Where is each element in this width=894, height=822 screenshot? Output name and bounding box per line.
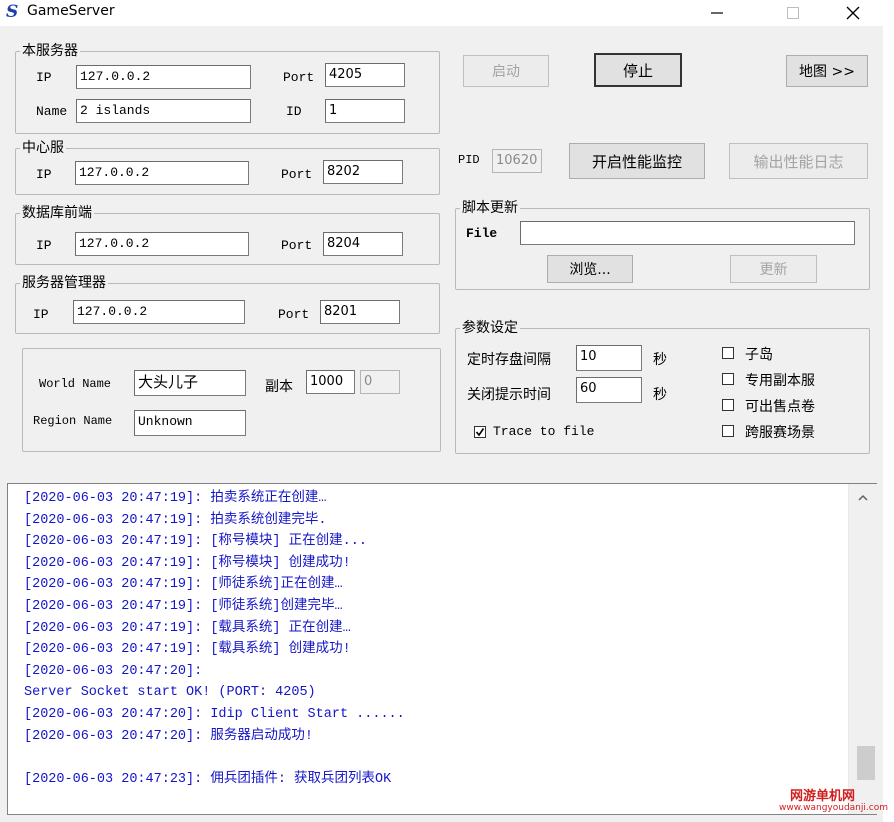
world-name-label: World Name xyxy=(39,377,112,391)
manager-ip-field[interactable]: 127.0.0.2 xyxy=(73,300,245,324)
log-line: [2020-06-03 20:47:20]: xyxy=(24,663,203,679)
scroll-thumb[interactable] xyxy=(857,746,875,780)
watermark-url: www.wangyoudanji.com xyxy=(779,803,888,813)
instance-field[interactable]: 1000 xyxy=(306,370,355,394)
log-line: Server Socket start OK! (PORT: 4205) xyxy=(24,685,316,701)
minimize-button[interactable] xyxy=(694,0,740,26)
local-id-field[interactable]: 1 xyxy=(325,99,405,123)
region-name-label: Region Name xyxy=(33,414,113,428)
window-edge xyxy=(883,26,894,822)
center-port-field[interactable]: 8202 xyxy=(323,160,403,184)
region-name-field[interactable]: Unknown xyxy=(134,410,246,436)
minimize-icon xyxy=(711,12,723,14)
db-frontend-legend: 数据库前端 xyxy=(22,205,92,221)
world-name-field[interactable]: 大头儿子 xyxy=(134,370,246,396)
map-button[interactable]: 地图 >> xyxy=(786,55,868,87)
local-ip-field[interactable]: 127.0.0.2 xyxy=(76,65,251,89)
local-name-field[interactable]: 2 islands xyxy=(76,99,251,123)
option-checkbox-sell-points[interactable] xyxy=(722,399,734,411)
start-button[interactable]: 启动 xyxy=(463,55,549,87)
app-logo: S xyxy=(6,2,19,22)
log-line: [2020-06-03 20:47:20]: 服务器启动成功! xyxy=(24,728,313,744)
perf-monitor-button[interactable]: 开启性能监控 xyxy=(569,143,705,179)
local-port-label: Port xyxy=(283,70,315,85)
shutdown-label: 关闭提示时间 xyxy=(467,387,551,403)
file-field[interactable] xyxy=(520,221,855,245)
log-line: [2020-06-03 20:47:19]: [称号模块] 创建成功! xyxy=(24,555,351,571)
log-line: [2020-06-03 20:47:23]: 佣兵团插件: 获取兵团列表OK xyxy=(24,771,392,787)
shutdown-field[interactable]: 60 xyxy=(576,377,642,403)
option-checkbox-sub-island[interactable] xyxy=(722,347,734,359)
db-ip-label: IP xyxy=(36,238,52,253)
log-line: [2020-06-03 20:47:19]: 拍卖系统正在创建… xyxy=(24,491,327,506)
log-lines: [2020-06-03 20:47:19]: 拍卖系统正在创建… [2020-0… xyxy=(24,488,844,790)
db-port-label: Port xyxy=(281,238,313,253)
option-label-dedicated-instance: 专用副本服 xyxy=(745,373,815,389)
log-output[interactable]: [2020-06-03 20:47:19]: 拍卖系统正在创建… [2020-0… xyxy=(7,483,877,815)
local-server-legend: 本服务器 xyxy=(22,43,78,59)
center-ip-label: IP xyxy=(36,167,52,182)
pid-label: PID xyxy=(458,153,480,167)
local-id-label: ID xyxy=(286,104,302,119)
option-label-sell-points: 可出售点卷 xyxy=(745,399,815,415)
trace-checkbox[interactable] xyxy=(474,426,486,438)
update-button[interactable]: 更新 xyxy=(730,255,817,283)
log-line: [2020-06-03 20:47:19]: [载具系统] 正在创建… xyxy=(24,620,351,636)
log-line: [2020-06-03 20:47:19]: [师徒系统]创建完毕… xyxy=(24,598,343,614)
log-line: [2020-06-03 20:47:20]: Idip Client Start… xyxy=(24,706,405,722)
watermark-text: 网游单机网 xyxy=(790,789,856,804)
maximize-button[interactable] xyxy=(770,0,816,26)
manager-port-field[interactable]: 8201 xyxy=(320,300,400,324)
local-ip-label: IP xyxy=(36,70,52,85)
option-label-sub-island: 子岛 xyxy=(745,347,773,363)
trace-label: Trace to file xyxy=(493,424,595,439)
file-label: File xyxy=(466,226,498,241)
shutdown-unit: 秒 xyxy=(653,387,667,403)
center-server-legend: 中心服 xyxy=(22,140,64,156)
log-scrollbar[interactable] xyxy=(848,484,877,814)
option-label-cross-server: 跨服赛场景 xyxy=(745,425,815,441)
option-checkbox-dedicated-instance[interactable] xyxy=(722,373,734,385)
center-ip-field[interactable]: 127.0.0.2 xyxy=(75,161,249,185)
script-update-legend: 脚本更新 xyxy=(462,200,518,216)
server-manager-legend: 服务器管理器 xyxy=(22,275,106,291)
window-title: GameServer xyxy=(27,3,115,19)
scroll-up-button[interactable] xyxy=(849,488,877,506)
log-line: [2020-06-03 20:47:19]: 拍卖系统创建完毕. xyxy=(24,512,327,528)
manager-port-label: Port xyxy=(278,307,310,322)
local-name-label: Name xyxy=(36,104,68,119)
db-port-field[interactable]: 8204 xyxy=(323,232,403,256)
close-button[interactable] xyxy=(830,0,876,26)
chevron-up-icon xyxy=(858,494,868,501)
center-port-label: Port xyxy=(281,167,313,182)
db-ip-field[interactable]: 127.0.0.2 xyxy=(75,232,249,256)
browse-button[interactable]: 浏览... xyxy=(547,255,633,283)
log-line: [2020-06-03 20:47:19]: [载具系统] 创建成功! xyxy=(24,642,351,658)
manager-ip-label: IP xyxy=(33,307,49,322)
log-line: [2020-06-03 20:47:19]: [师徒系统]正在创建… xyxy=(24,577,343,593)
autosave-unit: 秒 xyxy=(653,352,667,368)
perf-log-button[interactable]: 输出性能日志 xyxy=(729,143,868,179)
autosave-label: 定时存盘间隔 xyxy=(467,352,551,368)
instance-label: 副本 xyxy=(265,379,293,395)
world-group xyxy=(22,348,441,452)
close-icon xyxy=(846,6,860,20)
option-checkbox-cross-server[interactable] xyxy=(722,425,734,437)
log-line: [2020-06-03 20:47:19]: [称号模块] 正在创建... xyxy=(24,534,367,550)
autosave-field[interactable]: 10 xyxy=(576,345,642,371)
instance2-field: 0 xyxy=(360,370,400,394)
local-port-field[interactable]: 4205 xyxy=(325,63,405,87)
title-bar[interactable]: S GameServer xyxy=(0,0,894,26)
params-legend: 参数设定 xyxy=(462,320,518,336)
check-icon xyxy=(475,428,485,437)
pid-field: 10620 xyxy=(492,149,542,173)
stop-button[interactable]: 停止 xyxy=(594,53,682,87)
maximize-icon xyxy=(787,7,799,19)
